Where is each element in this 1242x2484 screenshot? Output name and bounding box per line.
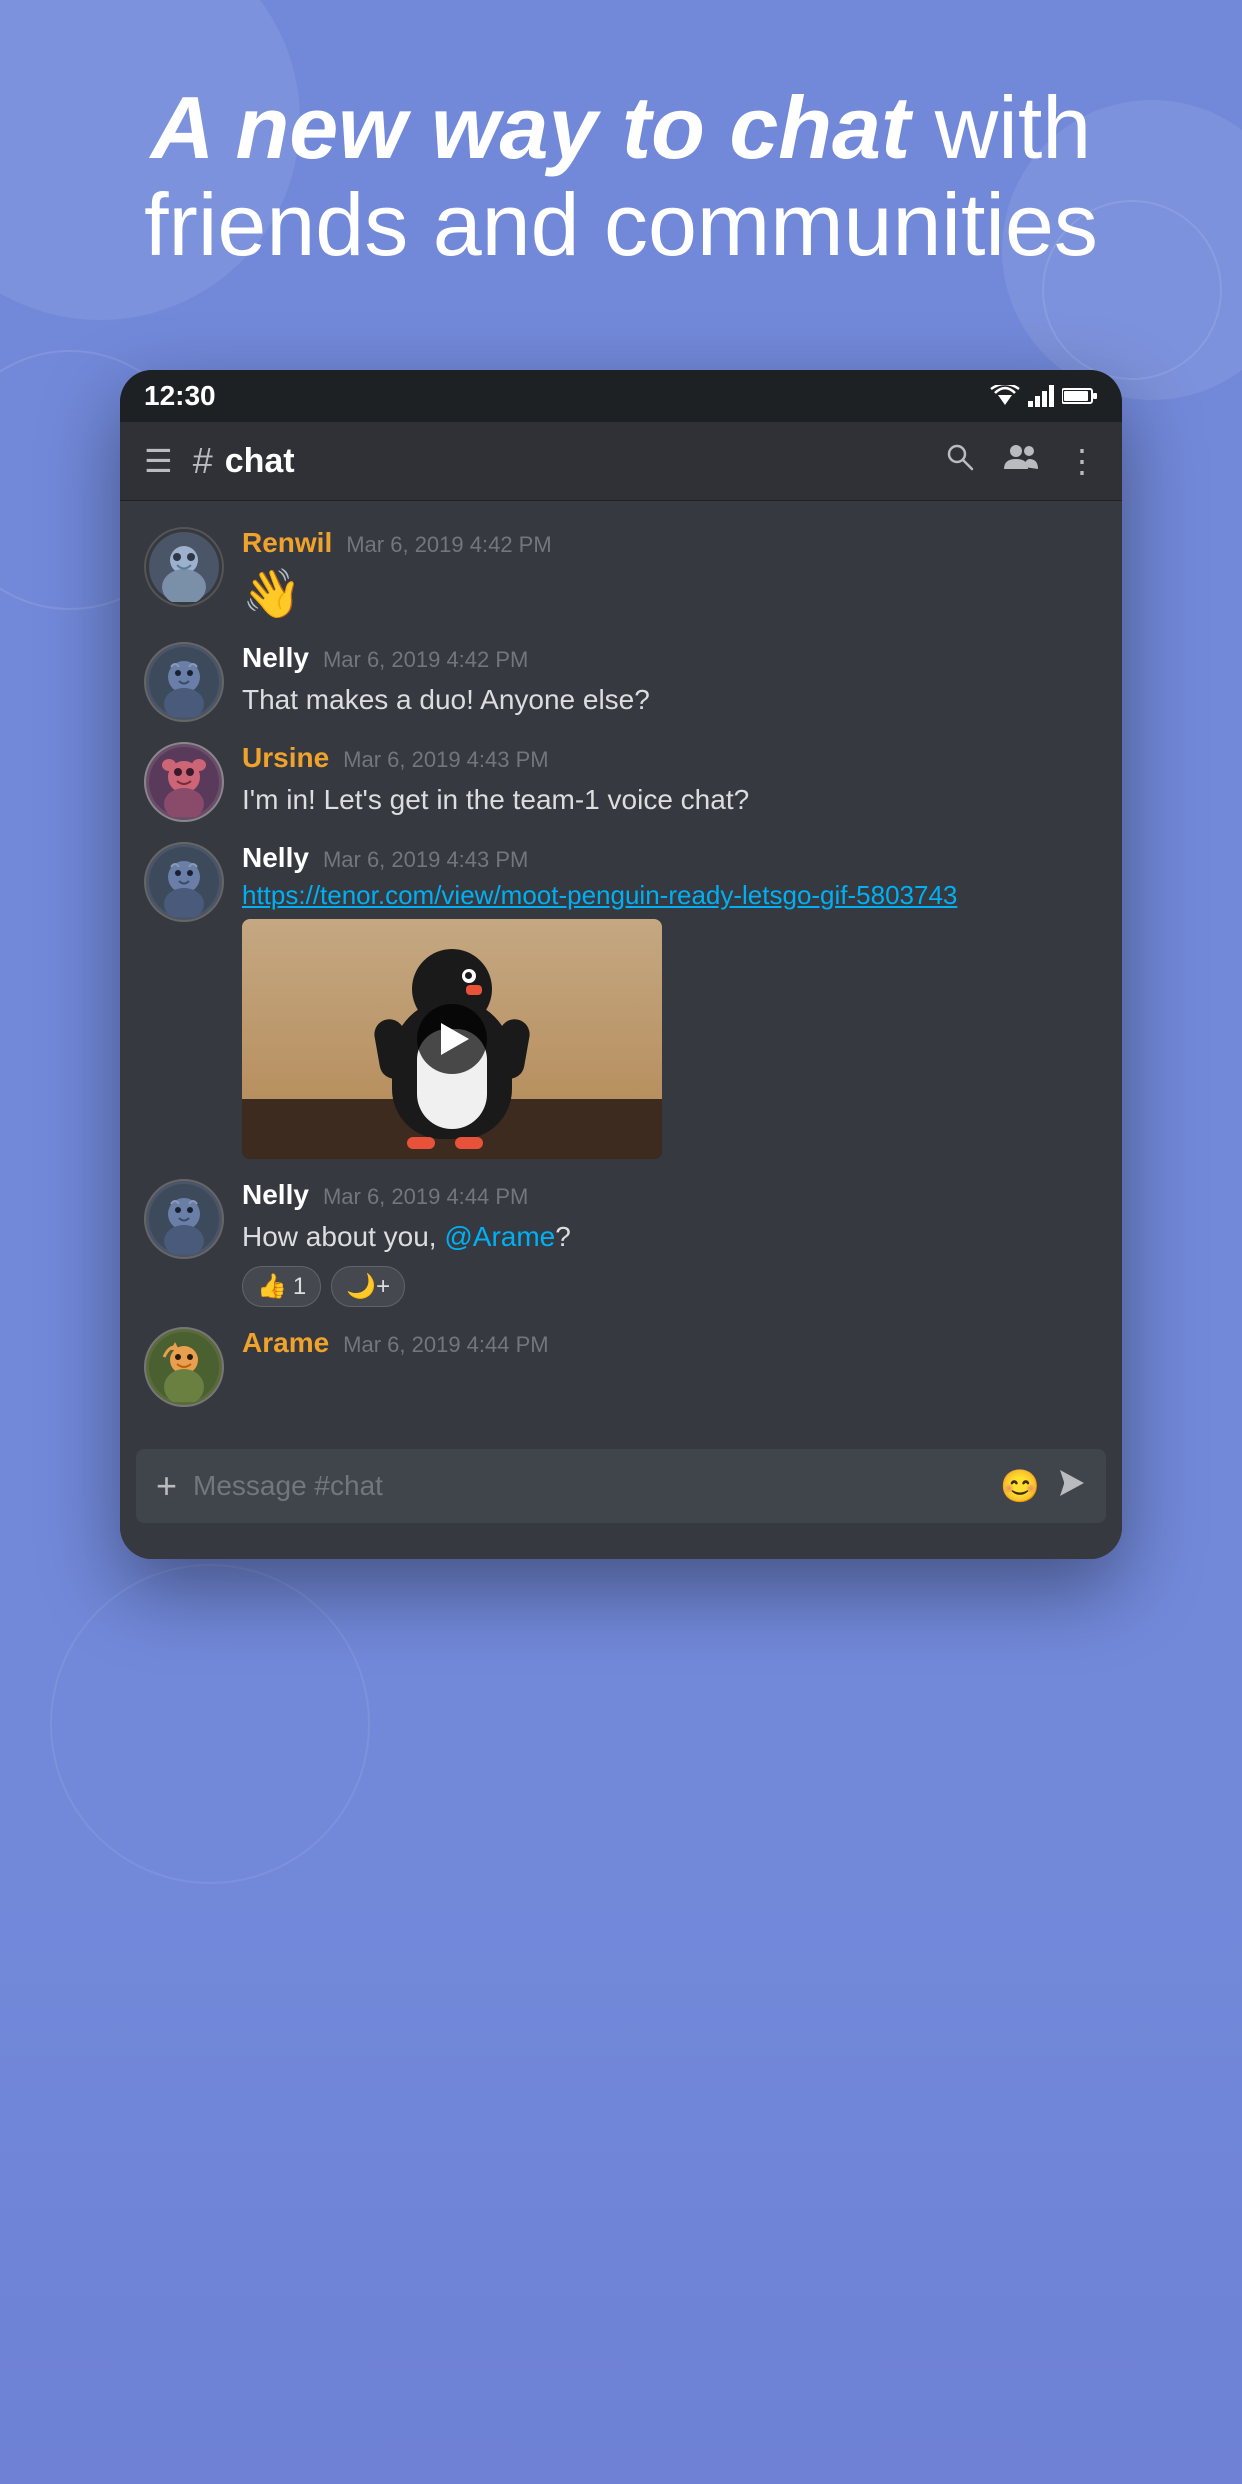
message-header-nelly3: Nelly Mar 6, 2019 4:44 PM [242,1179,1098,1211]
phone-mockup: 12:30 ☰ # chat [120,370,1122,1559]
emoji-picker-icon[interactable]: 😊 [1000,1467,1040,1505]
message-link[interactable]: https://tenor.com/view/moot-penguin-read… [242,880,1098,911]
hero-line2: friends and communities [144,175,1098,274]
avatar-arame [144,1327,224,1407]
avatar-nelly1 [144,642,224,722]
reaction-emoji-moon: 🌙+ [346,1272,390,1301]
message-content-ursine: Ursine Mar 6, 2019 4:43 PM I'm in! Let's… [242,742,1098,819]
status-icons [990,385,1098,407]
video-preview[interactable] [242,919,662,1159]
message-content-nelly3: Nelly Mar 6, 2019 4:44 PM How about you,… [242,1179,1098,1307]
messages-list: Renwil Mar 6, 2019 4:42 PM 👋 [120,501,1122,1433]
username-ursine: Ursine [242,742,329,774]
message-input-bar[interactable]: + Message #chat 😊 [136,1449,1106,1523]
bottom-decoration [0,1884,1242,2484]
message-header-nelly1: Nelly Mar 6, 2019 4:42 PM [242,642,1098,674]
message-group-nelly2: Nelly Mar 6, 2019 4:43 PM https://tenor.… [120,832,1122,1169]
more-icon[interactable]: ⋮ [1066,442,1098,480]
avatar-nelly3 [144,1179,224,1259]
reaction-thumbsup[interactable]: 👍 1 [242,1266,321,1307]
penguin-beak [466,985,482,995]
timestamp-ursine: Mar 6, 2019 4:43 PM [343,747,548,773]
username-arame: Arame [242,1327,329,1359]
message-group-ursine: Ursine Mar 6, 2019 4:43 PM I'm in! Let's… [120,732,1122,832]
message-content-renwil: Renwil Mar 6, 2019 4:42 PM 👋 [242,527,1098,622]
message-group-renwil: Renwil Mar 6, 2019 4:42 PM 👋 [120,517,1122,632]
hero-bold-text: A new way to chat [151,78,911,177]
message-content-nelly2: Nelly Mar 6, 2019 4:43 PM https://tenor.… [242,842,1098,1159]
username-nelly2: Nelly [242,842,309,874]
timestamp-nelly1: Mar 6, 2019 4:42 PM [323,647,528,673]
reactions-container: 👍 1 🌙+ [242,1266,1098,1307]
reaction-emoji-thumbsup: 👍 [257,1272,287,1301]
penguin-foot-right [455,1137,483,1149]
status-bar: 12:30 [120,370,1122,422]
wifi-icon [990,385,1020,407]
avatar-nelly2 [144,842,224,922]
username-nelly1: Nelly [242,642,309,674]
status-time: 12:30 [144,380,216,412]
message-emoji-renwil: 👋 [242,565,1098,622]
timestamp-arame: Mar 6, 2019 4:44 PM [343,1332,548,1358]
hash-icon: # [193,440,213,482]
members-icon[interactable] [1004,441,1038,481]
toolbar-action-icons: ⋮ [944,441,1098,481]
phone-bottom [120,1539,1122,1559]
battery-icon [1062,387,1098,405]
timestamp-nelly2: Mar 6, 2019 4:43 PM [323,847,528,873]
channel-name: chat [225,442,295,481]
avatar-renwil [144,527,224,607]
message-header-ursine: Ursine Mar 6, 2019 4:43 PM [242,742,1098,774]
hero-regular-text: with [910,78,1091,177]
username-renwil: Renwil [242,527,332,559]
message-group-nelly3: Nelly Mar 6, 2019 4:44 PM How about you,… [120,1169,1122,1317]
attach-icon[interactable]: + [156,1468,177,1504]
penguin-feet [407,1137,483,1149]
message-header-renwil: Renwil Mar 6, 2019 4:42 PM [242,527,1098,559]
timestamp-renwil: Mar 6, 2019 4:42 PM [346,532,551,558]
search-icon[interactable] [944,441,976,481]
input-area: + Message #chat 😊 [120,1433,1122,1539]
avatar-ursine [144,742,224,822]
timestamp-nelly3: Mar 6, 2019 4:44 PM [323,1184,528,1210]
message-group-arame: Arame Mar 6, 2019 4:44 PM [120,1317,1122,1417]
reaction-count-thumbsup: 1 [293,1273,306,1301]
message-input[interactable]: Message #chat [193,1470,984,1502]
message-text-nelly1: That makes a duo! Anyone else? [242,680,1098,719]
message-header-nelly2: Nelly Mar 6, 2019 4:43 PM [242,842,1098,874]
username-nelly3: Nelly [242,1179,309,1211]
signal-icon [1028,385,1054,407]
app-toolbar: ☰ # chat ⋮ [120,422,1122,501]
message-content-arame: Arame Mar 6, 2019 4:44 PM [242,1327,1098,1365]
penguin-foot-left [407,1137,435,1149]
penguin-eye [462,969,476,983]
message-content-nelly1: Nelly Mar 6, 2019 4:42 PM That makes a d… [242,642,1098,719]
menu-icon[interactable]: ☰ [144,445,173,477]
send-button[interactable] [1056,1468,1086,1505]
message-header-arame: Arame Mar 6, 2019 4:44 PM [242,1327,1098,1359]
play-triangle-icon [441,1023,469,1055]
hero-section: A new way to chat with friends and commu… [60,80,1182,274]
message-text-nelly3: How about you, @Arame? [242,1217,1098,1256]
play-button[interactable] [417,1004,487,1074]
reaction-moon[interactable]: 🌙+ [331,1266,405,1307]
channel-label: # chat [193,440,924,482]
message-group-nelly1: Nelly Mar 6, 2019 4:42 PM That makes a d… [120,632,1122,732]
message-text-ursine: I'm in! Let's get in the team-1 voice ch… [242,780,1098,819]
